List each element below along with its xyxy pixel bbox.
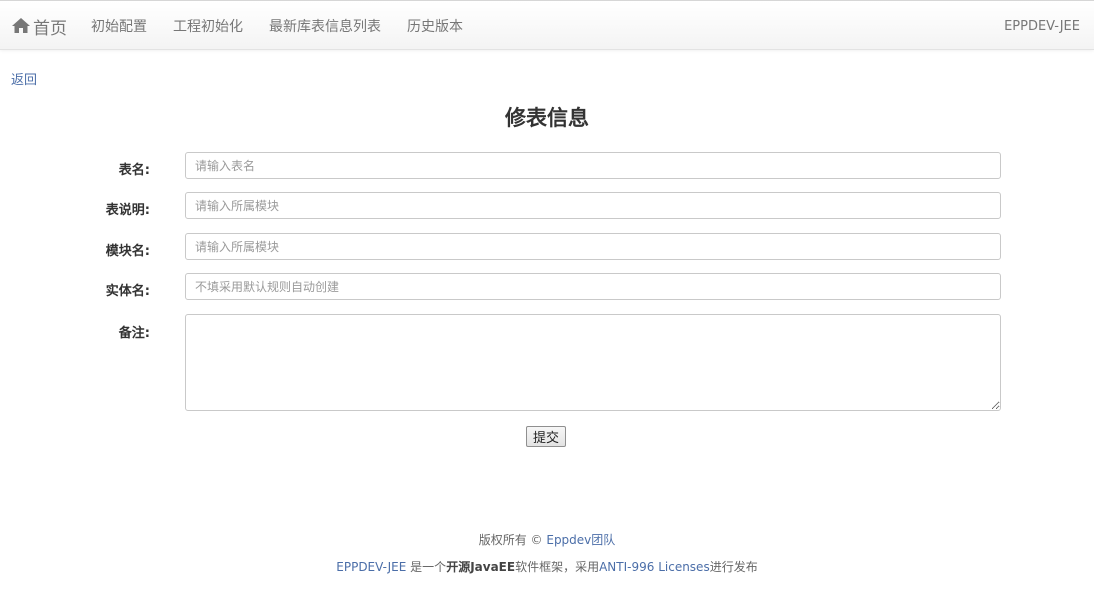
project-link[interactable]: EPPDEV-JEE <box>336 560 406 574</box>
nav-right-label[interactable]: EPPDEV-JEE <box>1004 1 1080 51</box>
footer-copyright: 版权所有 © Eppdev团队 <box>0 530 1094 550</box>
copyright-prefix: 版权所有 © <box>478 533 547 547</box>
remark-textarea[interactable] <box>185 314 1001 411</box>
table-desc-input[interactable] <box>185 192 1001 219</box>
nav-links: 初始配置 工程初始化 最新库表信息列表 历史版本 <box>78 1 476 51</box>
top-navbar: 首页 初始配置 工程初始化 最新库表信息列表 历史版本 EPPDEV-JEE <box>0 0 1094 50</box>
page-title: 修表信息 <box>505 106 589 130</box>
nav-link-init-config[interactable]: 初始配置 <box>78 16 160 36</box>
module-name-input[interactable] <box>185 233 1001 260</box>
footer-text-bold: 开源JavaEE <box>446 560 516 574</box>
footer-description: EPPDEV-JEE 是一个开源JavaEE软件框架，采用ANTI-996 Li… <box>0 557 1094 577</box>
home-link-label: 首页 <box>33 18 67 39</box>
license-link[interactable]: ANTI-996 Licenses <box>599 560 710 574</box>
module-name-label: 模块名: <box>105 244 150 259</box>
nav-link-history[interactable]: 历史版本 <box>394 16 476 36</box>
table-name-input[interactable] <box>185 152 1001 179</box>
footer-text-end: 进行发布 <box>709 560 758 574</box>
team-link[interactable]: Eppdev团队 <box>546 533 615 547</box>
nav-link-project-init[interactable]: 工程初始化 <box>160 16 256 36</box>
back-link[interactable]: 返回 <box>11 69 37 88</box>
footer-text-mid: 软件框架，采用 <box>515 560 600 574</box>
table-desc-label: 表说明: <box>105 203 150 218</box>
entity-name-input[interactable] <box>185 273 1001 300</box>
footer: 版权所有 © Eppdev团队 EPPDEV-JEE 是一个开源JavaEE软件… <box>0 530 1094 577</box>
submit-button[interactable]: 提交 <box>526 426 566 447</box>
nav-link-latest-tables[interactable]: 最新库表信息列表 <box>256 16 394 36</box>
entity-name-label: 实体名: <box>105 284 150 299</box>
home-link[interactable]: 首页 <box>11 13 67 39</box>
footer-text-is: 是一个 <box>406 560 447 574</box>
table-name-label: 表名: <box>118 163 150 178</box>
remark-label: 备注: <box>118 326 150 341</box>
home-icon <box>11 16 31 36</box>
